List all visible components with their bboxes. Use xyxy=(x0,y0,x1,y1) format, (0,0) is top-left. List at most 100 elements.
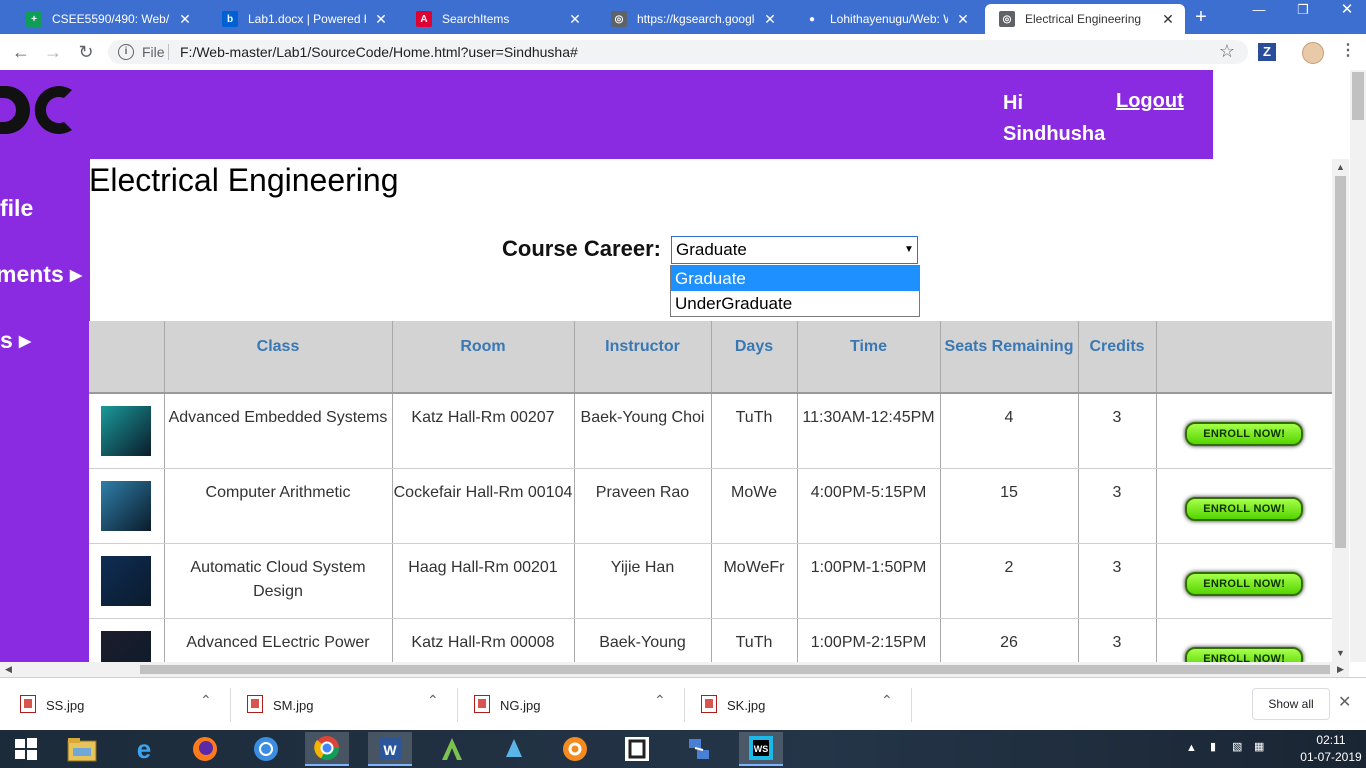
word-icon[interactable]: W xyxy=(368,732,412,766)
browser-tab[interactable]: + CSEE5590/490: Web/Mo ✕ xyxy=(12,4,202,34)
new-tab-button[interactable]: + xyxy=(1188,4,1214,30)
download-item[interactable]: SM.jpg ⌃ xyxy=(247,690,473,720)
url-text[interactable]: F:/Web-master/Lab1/SourceCode/Home.html?… xyxy=(180,44,578,60)
clock-date[interactable]: 01-07-2019 xyxy=(1300,750,1362,764)
table-vertical-scroll-thumb[interactable] xyxy=(1335,176,1346,548)
app-frame-icon[interactable] xyxy=(615,732,659,766)
col-header-credits[interactable]: Credits xyxy=(1077,321,1156,394)
dropdown-arrow-icon[interactable]: ▼ xyxy=(904,244,914,255)
sidebar-item-departments[interactable]: ments ▸ xyxy=(0,261,82,288)
app-orange-wheel-icon[interactable] xyxy=(553,732,597,766)
time-cell: 1:00PM-1:50PM xyxy=(796,543,940,619)
reload-icon[interactable]: ↻ xyxy=(73,39,99,65)
outer-vertical-scroll-thumb[interactable] xyxy=(1352,72,1364,120)
time-cell: 4:00PM-5:15PM xyxy=(796,468,940,544)
download-divider xyxy=(457,688,458,722)
profile-avatar[interactable] xyxy=(1302,42,1324,64)
browser-tab[interactable]: ● Lohithayenugu/Web: W ✕ xyxy=(790,4,980,34)
enroll-now-button[interactable]: ENROLL NOW! xyxy=(1185,571,1304,596)
info-icon[interactable]: i xyxy=(118,44,134,60)
browser-tab[interactable]: ◎ https://kgsearch.google ✕ xyxy=(597,4,787,34)
svg-text:WS: WS xyxy=(754,744,769,754)
file-explorer-icon[interactable] xyxy=(60,732,104,766)
chrome-icon[interactable] xyxy=(305,732,349,766)
sidebar-item-profile[interactable]: file xyxy=(0,195,33,222)
col-header-seats[interactable]: Seats Remaining xyxy=(939,321,1078,394)
scroll-down-arrow-icon[interactable]: ▼ xyxy=(1332,645,1349,662)
download-options-chevron-icon[interactable]: ⌃ xyxy=(654,692,666,709)
show-all-downloads-button[interactable]: Show all xyxy=(1252,688,1330,720)
firefox-icon[interactable] xyxy=(183,732,227,766)
webstorm-icon[interactable]: WS xyxy=(739,732,783,766)
time-cell: 11:30AM-12:45PM xyxy=(796,393,940,469)
volume-signal-icon[interactable]: ▦ xyxy=(1254,740,1264,753)
zotero-extension-icon[interactable]: Z xyxy=(1258,43,1276,61)
internet-explorer-icon[interactable]: e xyxy=(122,732,166,766)
course-thumbnail-cell xyxy=(89,468,164,544)
restore-button[interactable]: ❐ xyxy=(1288,0,1318,22)
col-header-days[interactable]: Days xyxy=(710,321,797,394)
tab-close-icon[interactable]: ✕ xyxy=(763,11,777,28)
col-header-instructor[interactable]: Instructor xyxy=(573,321,711,394)
seats-cell: 4 xyxy=(939,393,1078,469)
tab-close-icon[interactable]: ✕ xyxy=(1161,11,1175,28)
horizontal-scroll-thumb[interactable] xyxy=(140,665,1330,674)
back-icon[interactable]: ← xyxy=(8,39,34,65)
download-item[interactable]: SS.jpg ⌃ xyxy=(20,690,246,720)
tab-close-icon[interactable]: ✕ xyxy=(178,11,192,28)
tab-close-icon[interactable]: ✕ xyxy=(568,11,582,28)
course-career-select[interactable]: Graduate xyxy=(671,236,918,264)
tab-close-icon[interactable]: ✕ xyxy=(956,11,970,28)
enroll-now-button[interactable]: ENROLL NOW! xyxy=(1185,496,1304,521)
network-icon[interactable]: ▧ xyxy=(1232,740,1242,753)
start-windows-icon[interactable] xyxy=(4,732,48,766)
career-option-undergraduate[interactable]: UnderGraduate xyxy=(671,291,919,316)
tray-expand-icon[interactable]: ▲ xyxy=(1186,742,1197,754)
logout-link[interactable]: Logout xyxy=(1116,88,1184,114)
tab-close-icon[interactable]: ✕ xyxy=(374,11,388,28)
forward-icon[interactable]: → xyxy=(40,39,66,65)
download-options-chevron-icon[interactable]: ⌃ xyxy=(200,692,212,709)
page-title: Electrical Engineering xyxy=(89,162,399,198)
col-header-time[interactable]: Time xyxy=(796,321,940,394)
download-options-chevron-icon[interactable]: ⌃ xyxy=(427,692,439,709)
days-cell: MoWeFr xyxy=(710,543,797,619)
image-file-icon xyxy=(474,695,490,713)
app-globe-icon[interactable] xyxy=(244,732,288,766)
enroll-cell: ENROLL NOW! xyxy=(1155,393,1332,469)
image-file-icon xyxy=(20,695,36,713)
browser-tab[interactable]: A SearchItems ✕ xyxy=(402,4,592,34)
outer-vertical-scrollbar[interactable] xyxy=(1350,70,1366,662)
network-app-icon[interactable] xyxy=(677,732,721,766)
sidebar-item-courses[interactable]: s ▸ xyxy=(0,327,31,354)
svg-text:e: e xyxy=(137,735,151,763)
scroll-up-arrow-icon[interactable]: ▲ xyxy=(1332,159,1349,176)
course-career-dropdown: Graduate UnderGraduate xyxy=(670,265,920,317)
bookmark-star-icon[interactable]: ☆ xyxy=(1216,41,1238,62)
scroll-right-arrow-icon[interactable]: ▶ xyxy=(1332,661,1349,678)
android-studio-icon[interactable] xyxy=(430,732,474,766)
globe-icon: ◎ xyxy=(999,11,1015,27)
download-filename: SK.jpg xyxy=(727,698,766,713)
course-career-label: Course Career: xyxy=(502,236,661,261)
browser-tab[interactable]: b Lab1.docx | Powered by ✕ xyxy=(208,4,398,34)
close-shelf-icon[interactable]: ✕ xyxy=(1338,692,1351,712)
minimize-button[interactable]: — xyxy=(1244,0,1274,22)
enroll-now-button[interactable]: ENROLL NOW! xyxy=(1185,422,1304,446)
download-options-chevron-icon[interactable]: ⌃ xyxy=(881,692,893,709)
browser-menu-icon[interactable]: ⋮ xyxy=(1338,40,1358,60)
battery-icon[interactable]: ▮ xyxy=(1210,740,1216,753)
download-filename: SM.jpg xyxy=(273,698,314,713)
table-row: Advanced Embedded Systems Katz Hall-Rm 00… xyxy=(89,393,1332,469)
download-item[interactable]: SK.jpg ⌃ xyxy=(701,690,927,720)
window-close-button[interactable]: ✕ xyxy=(1332,0,1362,22)
career-option-graduate[interactable]: Graduate xyxy=(671,266,919,291)
app-blue-icon[interactable] xyxy=(492,732,536,766)
scroll-left-arrow-icon[interactable]: ◀ xyxy=(0,661,17,678)
box-icon: b xyxy=(222,11,238,27)
col-header-room[interactable]: Room xyxy=(391,321,574,394)
clock-time[interactable]: 02:11 xyxy=(1300,733,1362,747)
browser-tab[interactable]: ◎ Electrical Engineering ✕ xyxy=(985,4,1185,34)
col-header-class[interactable]: Class xyxy=(163,321,392,394)
download-item[interactable]: NG.jpg ⌃ xyxy=(474,690,700,720)
